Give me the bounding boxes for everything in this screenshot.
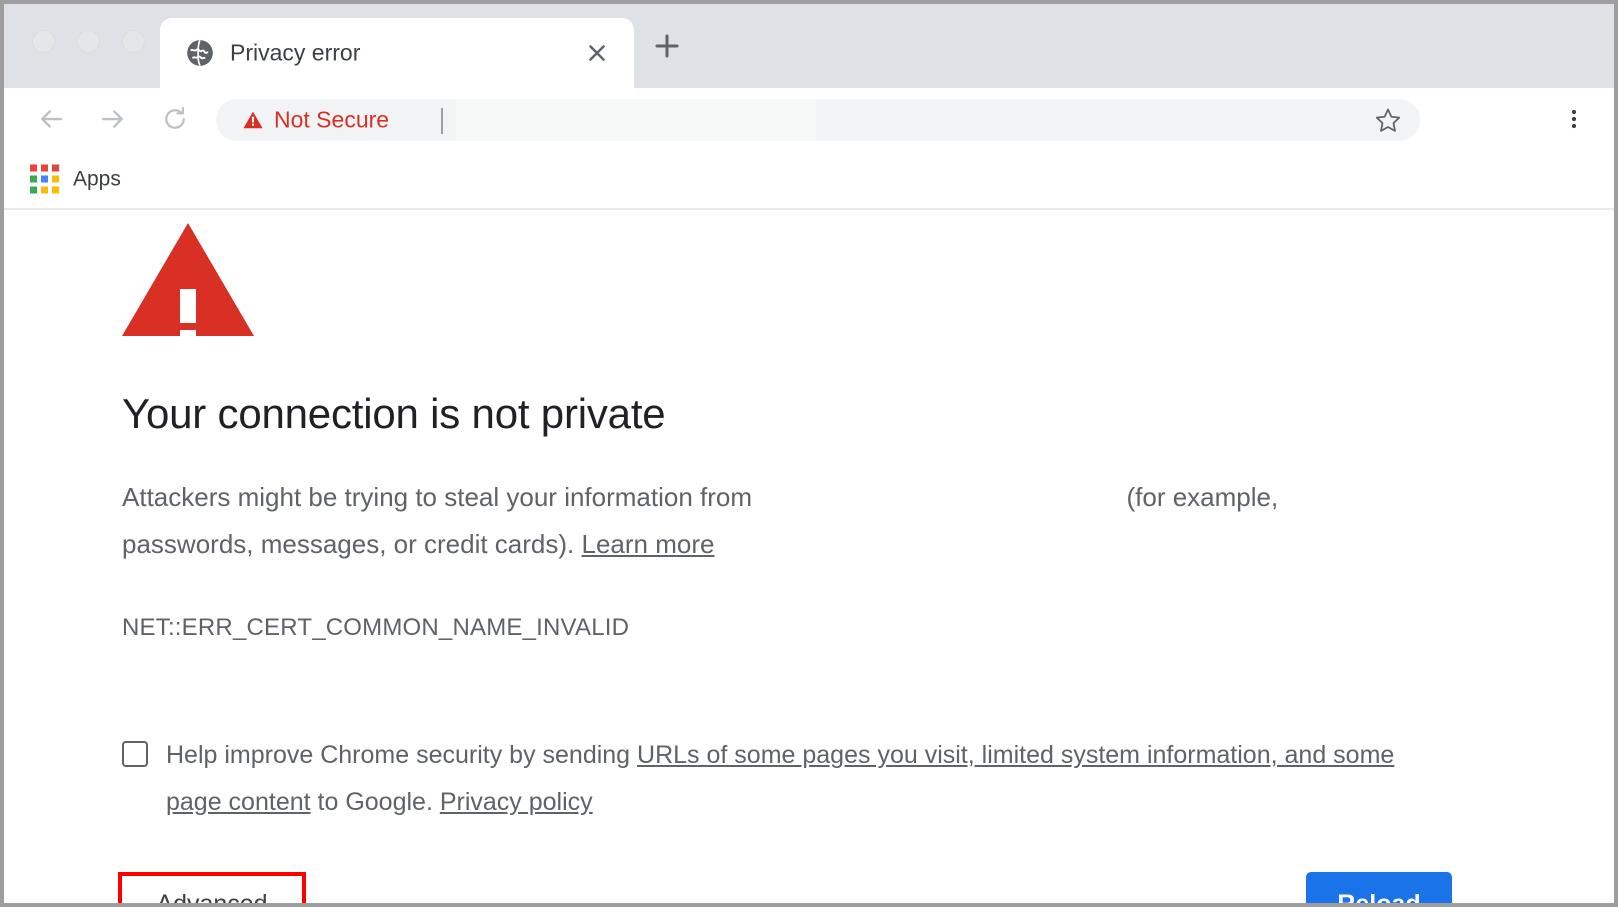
- privacy-policy-link[interactable]: Privacy policy: [440, 788, 593, 816]
- forward-button[interactable]: [92, 98, 134, 140]
- security-status-label: Not Secure: [274, 106, 390, 133]
- browser-menu-button[interactable]: [1556, 101, 1592, 137]
- globe-icon: [186, 39, 214, 67]
- star-icon[interactable]: [1372, 104, 1404, 136]
- advanced-button-wrapper: Advanced: [118, 872, 306, 903]
- tab-title: Privacy error: [230, 39, 361, 66]
- ssl-interstitial: Your connection is not private Attackers…: [118, 223, 1452, 903]
- apps-grid-cell: [30, 186, 37, 194]
- back-button[interactable]: [30, 98, 72, 140]
- window-controls: [32, 30, 145, 53]
- apps-grid-cell: [52, 175, 59, 183]
- apps-label: Apps: [73, 167, 121, 190]
- minimize-window-button[interactable]: [77, 30, 100, 53]
- reload-page-button[interactable]: [154, 98, 196, 140]
- apps-grid-cell: [30, 164, 37, 172]
- address-bar[interactable]: Not Secure: [216, 99, 1420, 141]
- description-before-host: Attackers might be trying to steal your …: [122, 482, 753, 512]
- warning-triangle-icon: [242, 109, 264, 131]
- interstitial-actions: Advanced Reload: [118, 872, 1452, 903]
- improve-security-label: Help improve Chrome security by sending …: [166, 732, 1416, 826]
- new-tab-button[interactable]: [649, 28, 685, 64]
- security-optin-row: Help improve Chrome security by sending …: [122, 732, 1452, 826]
- apps-grid-cell: [41, 164, 48, 172]
- maximize-window-button[interactable]: [122, 30, 145, 53]
- apps-grid-cell: [30, 175, 37, 183]
- optin-text-before-link: Help improve Chrome security by sending: [166, 741, 631, 769]
- reload-button[interactable]: Reload: [1306, 872, 1452, 903]
- apps-grid-cell: [41, 175, 48, 183]
- apps-grid-icon: [30, 164, 59, 194]
- error-triangle-icon: [122, 223, 254, 346]
- learn-more-link[interactable]: Learn more: [582, 529, 715, 559]
- screenshot-frame: Privacy error Not Secure Apps Your conne…: [0, 0, 1618, 907]
- close-icon[interactable]: [582, 38, 612, 68]
- interstitial-description: Attackers might be trying to steal your …: [122, 474, 1412, 568]
- browser-toolbar: Not Secure: [4, 88, 1614, 150]
- url-input[interactable]: [456, 99, 816, 141]
- page-title: Your connection is not private: [122, 390, 666, 437]
- improve-security-checkbox[interactable]: [122, 741, 148, 767]
- browser-window: Privacy error Not Secure Apps Your conne…: [4, 4, 1614, 903]
- apps-grid-cell: [52, 164, 59, 172]
- advanced-button[interactable]: Advanced: [118, 872, 306, 903]
- apps-grid-cell: [41, 186, 48, 194]
- apps-shortcut-button[interactable]: Apps: [30, 164, 121, 194]
- error-code: NET::ERR_CERT_COMMON_NAME_INVALID: [122, 614, 630, 641]
- optin-text-after-link: to Google.: [317, 788, 433, 816]
- tab-privacy-error[interactable]: Privacy error: [160, 18, 634, 88]
- exclamation-dot: [180, 330, 196, 346]
- tab-strip: Privacy error: [4, 4, 1614, 88]
- bookmarks-bar: Apps: [4, 150, 1614, 210]
- close-window-button[interactable]: [32, 30, 55, 53]
- page-viewport: Your connection is not private Attackers…: [4, 210, 1614, 903]
- apps-grid-cell: [52, 186, 59, 194]
- omnibox-divider: [441, 108, 443, 134]
- exclamation-bar: [180, 289, 196, 323]
